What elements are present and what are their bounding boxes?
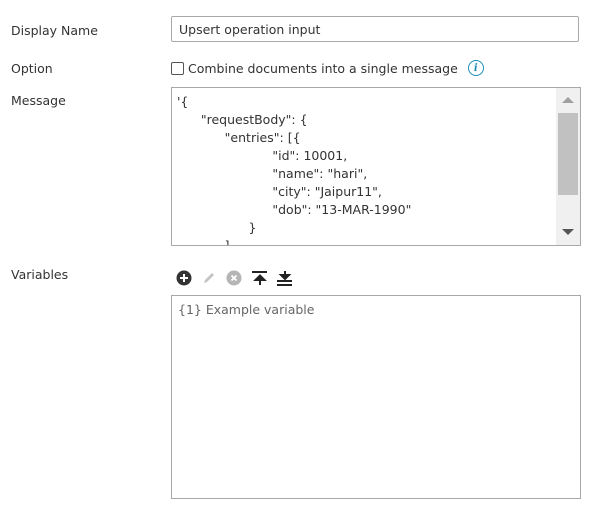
scroll-thumb[interactable] [558,113,578,195]
info-icon[interactable]: i [467,60,484,76]
combine-checkbox-label[interactable]: Combine documents into a single message [188,61,458,76]
variables-label: Variables [11,267,69,282]
edit-icon[interactable] [201,270,217,286]
display-name-input[interactable]: Upsert operation input [171,16,579,42]
variables-list[interactable]: {1} Example variable [171,295,581,499]
variable-item[interactable]: {1} Example variable [178,302,574,317]
message-label: Message [11,93,66,108]
message-content[interactable]: '{ "requestBody": { "entries": [{ "id": … [177,93,412,246]
variables-toolbar [176,270,292,286]
combine-checkbox[interactable] [171,61,184,75]
scroll-up-icon[interactable] [562,97,574,103]
scroll-down-icon[interactable] [562,229,574,235]
message-line: "requestBody": { [177,112,308,127]
message-textarea[interactable]: '{ "requestBody": { "entries": [{ "id": … [171,87,581,246]
message-line: '{ [177,94,189,109]
message-line: ] [177,238,230,246]
message-line: "dob": "13-MAR-1990" [177,202,412,217]
move-bottom-icon[interactable] [276,270,292,286]
display-name-label: Display Name [11,23,98,38]
message-line: "city": "Jaipur11", [177,184,382,199]
add-icon[interactable] [176,270,192,286]
message-line: "entries": [{ [177,130,301,145]
message-line: "id": 10001, [177,148,348,163]
combine-option[interactable]: Combine documents into a single message … [171,60,484,76]
move-top-icon[interactable] [251,270,267,286]
message-line: } [177,220,257,235]
scrollbar[interactable] [556,88,580,245]
message-line: "name": "hari", [177,166,368,181]
remove-icon[interactable] [226,270,242,286]
option-label: Option [11,61,53,76]
